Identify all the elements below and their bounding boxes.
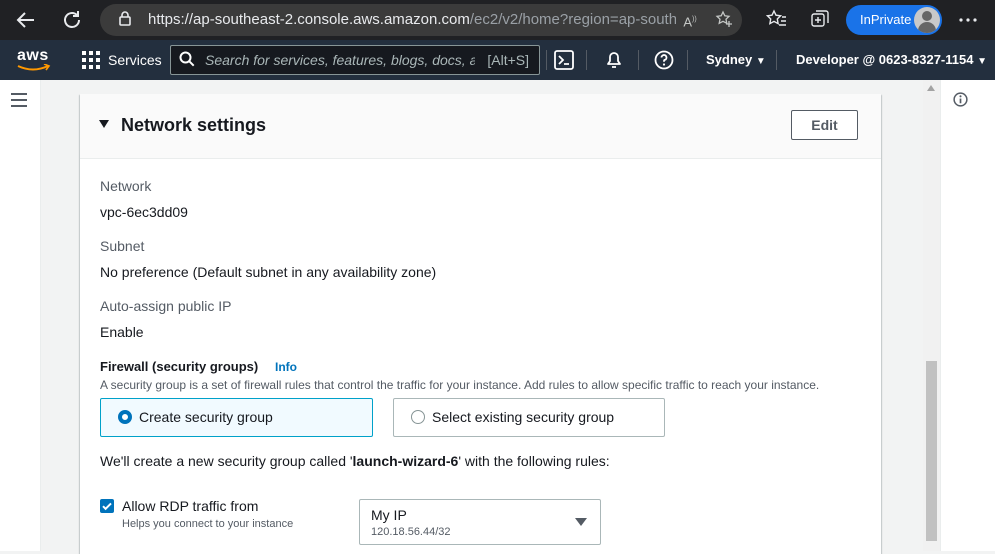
url-text[interactable]: https://ap-southeast-2.console.aws.amazo… xyxy=(148,11,676,31)
allow-rdp-checkbox[interactable] xyxy=(100,499,114,513)
note-suffix: ' with the following rules: xyxy=(458,453,610,469)
aws-smile-icon xyxy=(17,64,51,71)
aws-logo-text: aws xyxy=(17,47,49,64)
aws-top-nav: aws Services [Alt+S] Sydney ▼ Developer … xyxy=(0,40,995,80)
inprivate-button[interactable]: InPrivate xyxy=(846,5,942,35)
help-icon[interactable] xyxy=(653,49,677,71)
checkmark-icon xyxy=(102,502,112,511)
favorite-add-icon[interactable] xyxy=(714,10,734,30)
account-label: Developer @ 0623-8327-1154 xyxy=(796,52,974,67)
rdp-source-detail: 120.18.56.44/32 xyxy=(371,526,451,538)
chevron-down-icon: ▼ xyxy=(977,56,987,67)
scroll-up-arrow-icon[interactable] xyxy=(927,85,935,91)
console-search[interactable]: [Alt+S] xyxy=(170,45,540,75)
rdp-source-value: My IP xyxy=(371,507,407,523)
nav-divider xyxy=(638,50,639,70)
url-host: https://ap-southeast-2.console.aws.amazo… xyxy=(148,11,470,28)
lock-icon xyxy=(115,10,135,30)
search-icon xyxy=(179,51,195,67)
inprivate-label: InPrivate xyxy=(860,12,912,27)
auto-assign-ip-value: Enable xyxy=(100,324,144,340)
subnet-value: No preference (Default subnet in any ava… xyxy=(100,264,437,280)
more-options-icon[interactable] xyxy=(956,8,980,32)
radio-selected-icon[interactable] xyxy=(118,410,132,424)
account-menu[interactable]: Developer @ 0623-8327-1154 ▼ xyxy=(796,52,987,67)
note-prefix: We'll create a new security group called… xyxy=(100,453,353,469)
network-value: vpc-6ec3dd09 xyxy=(100,204,188,220)
url-path: /ec2/v2/home?region=ap-southea... xyxy=(469,11,676,28)
allow-rdp-help: Helps you connect to your instance xyxy=(122,518,294,530)
network-label: Network xyxy=(100,178,152,194)
nav-divider xyxy=(687,50,688,70)
aws-logo[interactable]: aws xyxy=(17,48,51,72)
left-sidebar xyxy=(0,80,41,551)
services-grid-icon xyxy=(82,51,100,69)
nav-divider xyxy=(776,50,777,70)
auto-assign-ip-label: Auto-assign public IP xyxy=(100,298,232,314)
allow-rdp-label[interactable]: Allow RDP traffic from xyxy=(122,498,258,514)
cloudshell-icon[interactable] xyxy=(553,49,577,71)
back-arrow-icon[interactable] xyxy=(14,8,38,32)
rdp-source-select[interactable]: My IP 120.18.56.44/32 xyxy=(359,499,601,545)
select-existing-security-group-label: Select existing security group xyxy=(432,409,615,425)
page-scrollbar[interactable] xyxy=(923,80,940,551)
services-label: Services xyxy=(108,52,162,68)
refresh-icon[interactable] xyxy=(60,8,84,32)
collapse-caret-icon[interactable] xyxy=(99,120,109,128)
address-bar[interactable]: https://ap-southeast-2.console.aws.amazo… xyxy=(100,4,742,36)
scroll-thumb[interactable] xyxy=(926,361,937,541)
region-label: Sydney xyxy=(706,52,753,67)
firewall-info-link[interactable]: Info xyxy=(275,360,297,374)
read-aloud-icon[interactable]: A)) xyxy=(680,10,700,30)
favorites-icon[interactable] xyxy=(764,8,788,32)
notifications-bell-icon[interactable] xyxy=(603,49,627,71)
nav-divider xyxy=(586,50,587,70)
help-panel-strip xyxy=(940,80,995,551)
network-settings-panel: Network settings Edit xyxy=(80,94,881,554)
create-security-group-option[interactable]: Create security group xyxy=(100,398,373,437)
security-group-name: launch-wizard-6 xyxy=(352,453,459,469)
info-circle-icon[interactable] xyxy=(953,92,968,107)
chevron-down-icon: ▼ xyxy=(755,56,766,67)
search-input[interactable] xyxy=(205,50,475,70)
radio-unselected-icon[interactable] xyxy=(411,410,425,424)
browser-toolbar: https://ap-southeast-2.console.aws.amazo… xyxy=(0,0,995,40)
panel-title: Network settings xyxy=(121,115,267,135)
dropdown-caret-icon xyxy=(575,518,587,526)
panel-header[interactable]: Network settings Edit xyxy=(80,94,881,159)
firewall-description: A security group is a set of firewall ru… xyxy=(100,378,820,392)
edit-button[interactable]: Edit xyxy=(791,110,858,140)
search-shortcut-hint: [Alt+S] xyxy=(487,52,529,68)
menu-hamburger-icon[interactable] xyxy=(11,93,27,107)
profile-avatar xyxy=(914,7,940,33)
collections-icon[interactable] xyxy=(808,8,832,32)
subnet-label: Subnet xyxy=(100,238,145,254)
security-group-note: We'll create a new security group called… xyxy=(100,453,610,469)
select-existing-security-group-option[interactable]: Select existing security group xyxy=(393,398,665,437)
region-selector[interactable]: Sydney ▼ xyxy=(706,52,766,67)
create-security-group-label: Create security group xyxy=(139,409,273,425)
nav-divider xyxy=(546,50,547,70)
firewall-title: Firewall (security groups) xyxy=(100,359,259,374)
